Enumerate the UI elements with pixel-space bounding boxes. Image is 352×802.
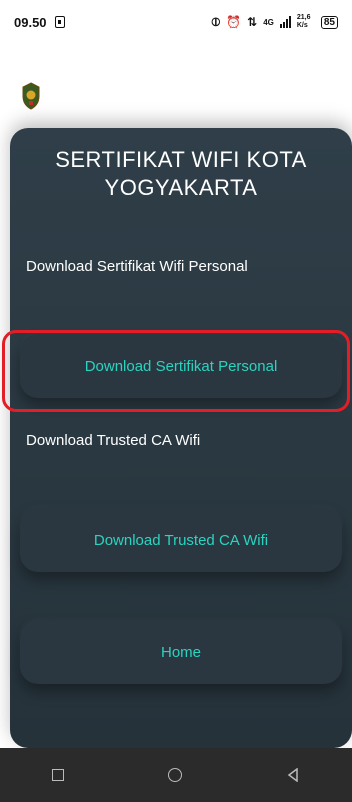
alarm-icon: ⏰ bbox=[226, 15, 242, 29]
android-nav-bar bbox=[0, 748, 352, 802]
highlight-box bbox=[2, 330, 350, 412]
card-title: SERTIFIKAT WIFI KOTA YOGYAKARTA bbox=[55, 147, 307, 200]
home-button[interactable]: Home bbox=[20, 620, 342, 684]
section-label-trusted-ca: Download Trusted CA Wifi bbox=[26, 432, 201, 449]
data-transfer-icon: ⇅ bbox=[247, 15, 258, 29]
signal-icon bbox=[279, 16, 291, 28]
recent-apps-icon[interactable] bbox=[52, 769, 64, 781]
vibrate-icon: ⦶ bbox=[211, 14, 221, 29]
network-type: 4G bbox=[263, 17, 274, 27]
download-trusted-ca-button[interactable]: Download Trusted CA Wifi bbox=[20, 508, 342, 572]
sim-icon bbox=[54, 16, 65, 28]
back-icon[interactable] bbox=[286, 768, 300, 782]
battery-icon: 85 bbox=[320, 15, 338, 29]
status-bar: 09.50 ⦶ ⏰ ⇅ 4G 21,6 K/s 85 bbox=[0, 0, 352, 44]
city-emblem-logo bbox=[22, 82, 40, 110]
certificate-card: SERTIFIKAT WIFI KOTA YOGYAKARTA Download… bbox=[10, 128, 352, 748]
section-label-personal: Download Sertifikat Wifi Personal bbox=[26, 258, 248, 275]
status-time: 09.50 bbox=[14, 14, 47, 30]
network-speed: 21,6 K/s bbox=[296, 14, 311, 29]
home-nav-icon[interactable] bbox=[168, 768, 182, 782]
